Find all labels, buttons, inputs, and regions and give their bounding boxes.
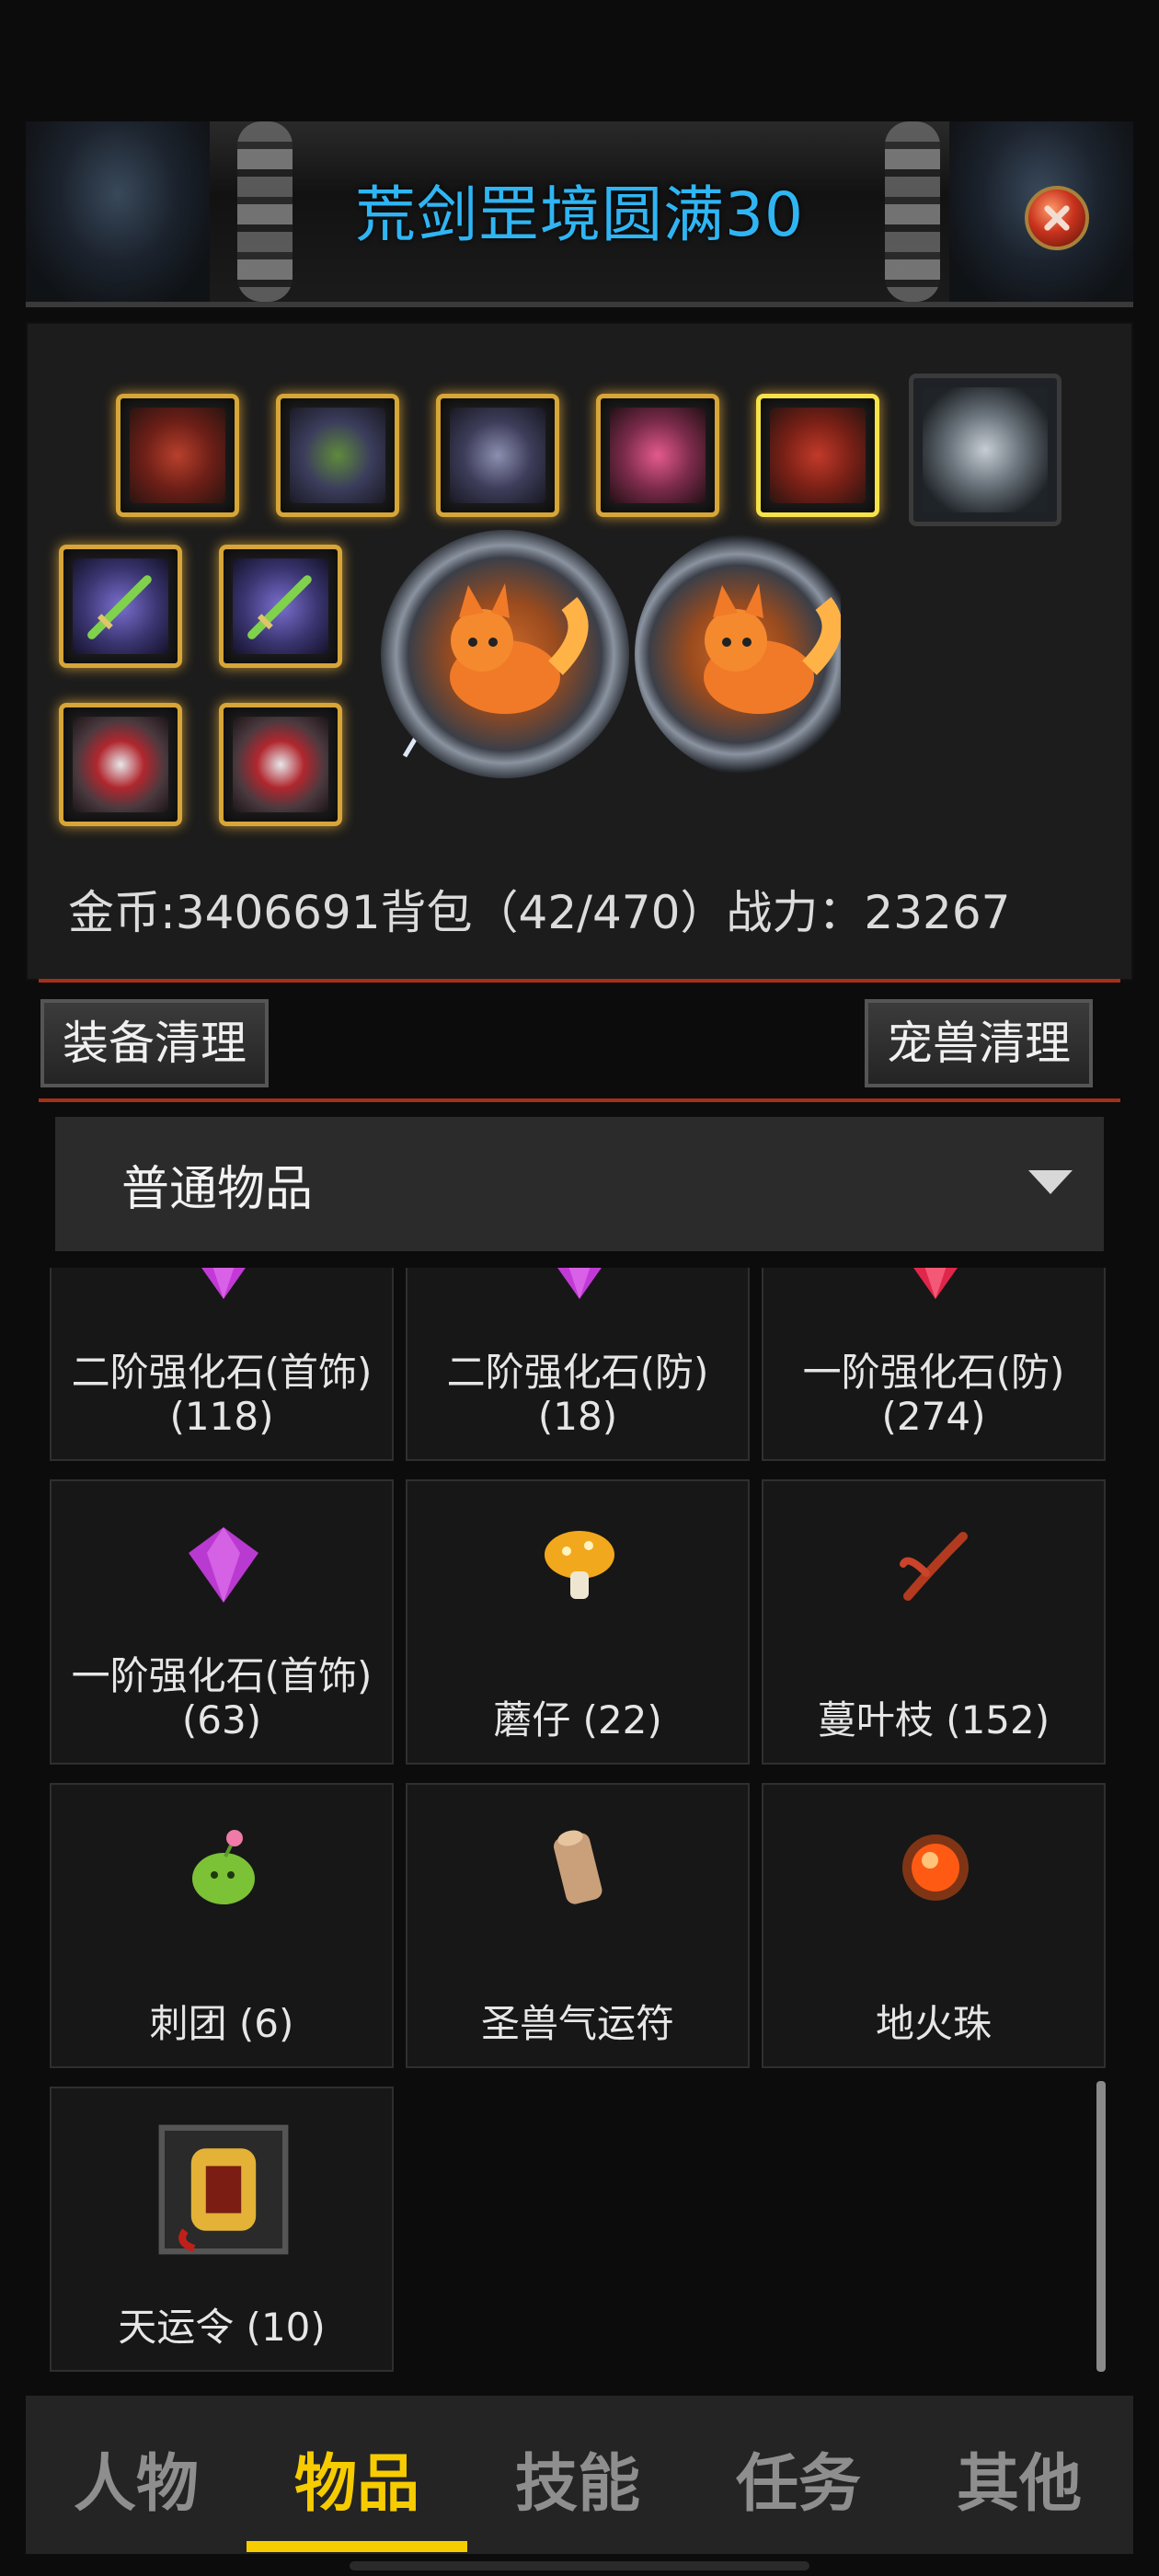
item-label: 蘑仔 (22) [493, 1697, 662, 1742]
fox-pet-icon [450, 583, 589, 714]
player-stats: 金币:3406691背包（42/470）战力：23267 [68, 886, 1011, 939]
fox-pet-icon [704, 583, 841, 714]
armor-slot[interactable] [756, 394, 879, 517]
item-category-select[interactable]: 普通物品 [55, 1117, 1104, 1251]
scroll-icon [554, 1830, 602, 1904]
purple-gem-icon [189, 1527, 258, 1603]
purple-gem-icon [557, 1268, 602, 1299]
divider-top [39, 979, 1120, 983]
purple-gem-icon [201, 1268, 246, 1299]
armor-icon [770, 408, 866, 503]
ring-slot-2[interactable] [219, 703, 342, 826]
helmet-icon [130, 408, 225, 503]
pet-slot-1[interactable] [381, 530, 629, 778]
green-sword-icon [233, 558, 328, 654]
item-label: 刺团 (6) [149, 2001, 294, 2046]
item-cell[interactable]: 圣兽气运符 [406, 1783, 750, 2068]
page-title: 荒剑罡境圆满30 [355, 179, 804, 250]
item-label: 地火珠 [875, 2001, 992, 2046]
weapon-slot-2[interactable] [219, 545, 342, 668]
item-cell[interactable]: 二阶强化石(首饰) (118) [50, 1268, 394, 1461]
tab-other[interactable]: 其他 [909, 2432, 1130, 2524]
item-label: 圣兽气运符 [480, 2001, 674, 2046]
item-cell[interactable]: 一阶强化石(防) (274) [762, 1268, 1106, 1461]
close-button[interactable] [1025, 186, 1089, 250]
mushroom-icon [545, 1531, 614, 1599]
fire-orb-icon [902, 1834, 969, 1901]
scrollbar[interactable] [1096, 2081, 1106, 2372]
item-label: 一阶强化石(防) (274) [802, 1350, 1065, 1439]
green-sword-icon [73, 558, 168, 654]
cactus-icon [192, 1830, 255, 1904]
red-gem-icon [913, 1268, 958, 1299]
item-label: 蔓叶枝 (152) [817, 1697, 1050, 1742]
item-cell[interactable]: 地火珠 [762, 1783, 1106, 2068]
stone-icon [923, 387, 1048, 512]
stone-slot[interactable] [909, 374, 1061, 526]
ring-icon [73, 717, 168, 812]
title-banner: 荒剑罡境圆满30 [26, 121, 1133, 307]
item-cell[interactable]: 一阶强化石(首饰) (63) [50, 1479, 394, 1765]
ring-icon [233, 717, 328, 812]
close-icon [1044, 205, 1070, 231]
token-icon [158, 2124, 289, 2255]
demon-mask-icon [450, 408, 545, 503]
item-cell[interactable]: 天运令 (10) [50, 2087, 394, 2372]
glove-slot[interactable] [596, 394, 719, 517]
home-indicator[interactable] [350, 2561, 809, 2570]
item-cell[interactable]: 蘑仔 (22) [406, 1479, 750, 1765]
item-label: 一阶强化石(首饰) (63) [71, 1653, 373, 1742]
bottom-tab-bar: 人物 物品 技能 任务 其他 [26, 2396, 1133, 2554]
equip-clean-button[interactable]: 装备清理 [40, 999, 269, 1087]
helmet-slot[interactable] [116, 394, 239, 517]
item-cell[interactable]: 二阶强化石(防) (18) [406, 1268, 750, 1461]
item-grid: 二阶强化石(首饰) (118) 二阶强化石(防) (18) 一阶强化石(防) (… [44, 1268, 1111, 2372]
helm-mask-slot[interactable] [436, 394, 559, 517]
item-category-selected: 普通物品 [121, 1161, 314, 1217]
tab-quests[interactable]: 任务 [688, 2432, 909, 2524]
tab-character[interactable]: 人物 [26, 2432, 247, 2524]
item-label: 二阶强化石(防) (18) [446, 1350, 709, 1439]
tab-items[interactable]: 物品 [247, 2432, 467, 2524]
equipment-panel: 金币:3406691背包（42/470）战力：23267 [26, 322, 1133, 981]
item-label: 天运令 (10) [118, 2305, 326, 2350]
item-cell[interactable]: 蔓叶枝 (152) [762, 1479, 1106, 1765]
ring-slot-1[interactable] [59, 703, 182, 826]
item-cell[interactable]: 刺团 (6) [50, 1783, 394, 2068]
branch-icon [900, 1532, 968, 1601]
pet-slot-2[interactable] [635, 530, 841, 778]
pet-clean-button[interactable]: 宠兽清理 [865, 999, 1093, 1087]
active-tab-indicator [247, 2541, 467, 2552]
shoulder-armor-icon [290, 408, 385, 503]
tab-skills[interactable]: 技能 [467, 2432, 688, 2524]
glove-icon [610, 408, 706, 503]
divider-bottom [39, 1098, 1120, 1102]
chevron-down-icon [1028, 1170, 1073, 1194]
weapon-slot-1[interactable] [59, 545, 182, 668]
shoulder-slot[interactable] [276, 394, 399, 517]
item-label: 二阶强化石(首饰) (118) [71, 1350, 373, 1439]
